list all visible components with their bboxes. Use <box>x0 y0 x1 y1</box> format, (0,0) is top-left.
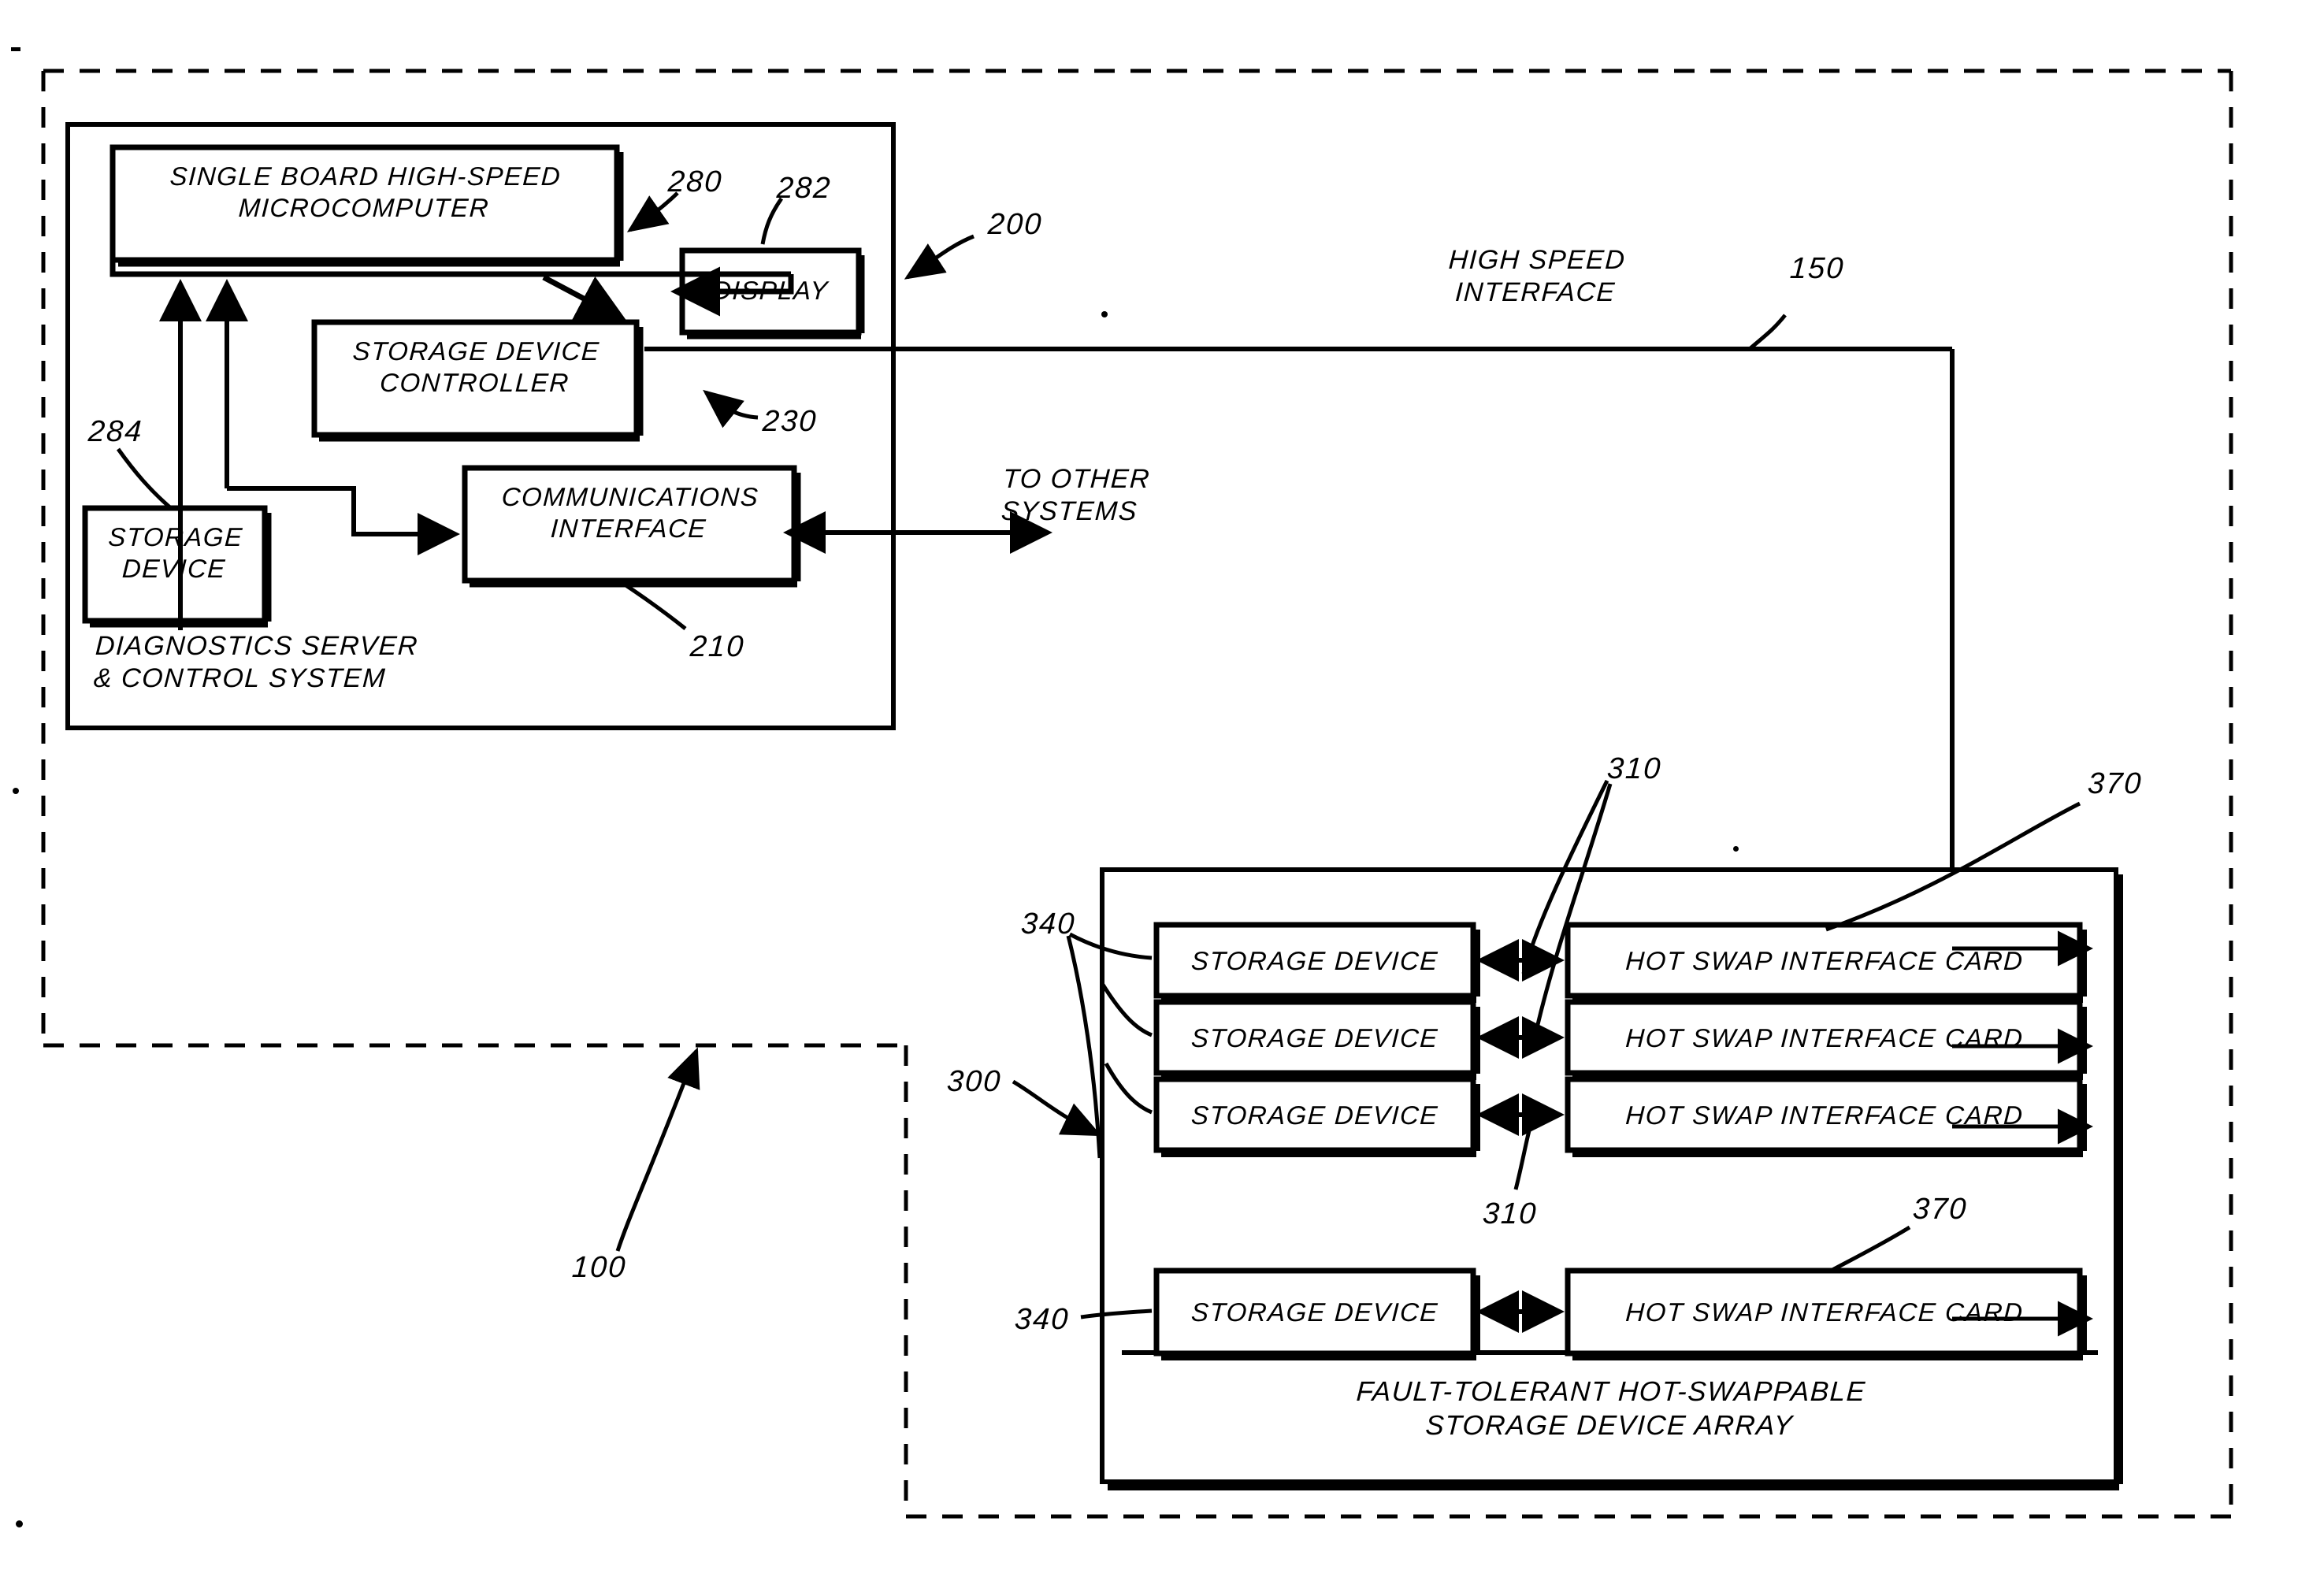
to-other-systems-caption: TO OTHER SYSTEMS <box>1000 464 1152 527</box>
diagram-vector-layer <box>41 69 2233 1519</box>
server-storage-device-label: STORAGE DEVICE <box>107 522 244 584</box>
storage-device-4-label: STORAGE DEVICE <box>1190 1297 1439 1327</box>
ref-numeral-100: 100 <box>570 1251 628 1284</box>
ref-numeral-370-top: 370 <box>2086 767 2144 800</box>
ref-numeral-370-bottom: 370 <box>1911 1193 1969 1226</box>
diagnostics-server-caption: DIAGNOSTICS SERVER & CONTROL SYSTEM <box>92 631 420 694</box>
scan-artifact-center <box>1101 311 1108 317</box>
scan-artifact-bottom-left <box>16 1520 23 1527</box>
storage-device-3-label: STORAGE DEVICE <box>1190 1100 1439 1130</box>
hot-swap-card-4-label: HOT SWAP INTERFACE CARD <box>1624 1297 2025 1327</box>
ref-numeral-300: 300 <box>945 1065 1003 1098</box>
scan-artifact-left-mid <box>13 788 19 794</box>
ref-numeral-310-top: 310 <box>1606 752 1663 785</box>
leader-150 <box>1749 314 1787 350</box>
hot-swap-card-3-label: HOT SWAP INTERFACE CARD <box>1624 1100 2025 1130</box>
ref-numeral-200: 200 <box>986 208 1044 241</box>
ref-numeral-282: 282 <box>775 172 833 205</box>
communications-interface-label: COMMUNICATIONS INTERFACE <box>500 482 760 544</box>
high-speed-interface-caption: HIGH SPEED INTERFACE <box>1447 245 1627 308</box>
leader-200 <box>904 234 975 280</box>
storage-device-1-label: STORAGE DEVICE <box>1190 946 1439 975</box>
patent-figure-sheet: SINGLE BOARD HIGH-SPEED MICROCOMPUTER DI… <box>0 0 2298 1596</box>
hot-swap-card-1-label: HOT SWAP INTERFACE CARD <box>1624 946 2025 975</box>
ref-numeral-340-top: 340 <box>1019 907 1077 941</box>
storage-array-caption: FAULT-TOLERANT HOT-SWAPPABLE STORAGE DEV… <box>1355 1376 1867 1441</box>
scan-artifact-upper-right <box>1733 846 1739 852</box>
leader-340-top-a <box>1066 935 1102 1159</box>
ref-numeral-280: 280 <box>666 165 724 199</box>
ref-numeral-210: 210 <box>689 630 746 663</box>
ref-numeral-310-bottom: 310 <box>1481 1197 1539 1230</box>
hot-swap-card-2-label: HOT SWAP INTERFACE CARD <box>1624 1023 2025 1052</box>
storage-device-2-label: STORAGE DEVICE <box>1190 1023 1439 1052</box>
scan-artifact-top-left <box>11 47 20 51</box>
leader-100 <box>615 1047 700 1252</box>
ref-numeral-150: 150 <box>1788 252 1846 285</box>
storage-device-controller-label: STORAGE DEVICE CONTROLLER <box>351 336 601 398</box>
microcomputer-label: SINGLE BOARD HIGH-SPEED MICROCOMPUTER <box>169 161 562 223</box>
ref-numeral-284: 284 <box>87 415 144 448</box>
ref-numeral-230: 230 <box>761 405 819 438</box>
display-label: DISPLAY <box>711 276 830 305</box>
ref-numeral-340-bottom: 340 <box>1013 1303 1071 1336</box>
